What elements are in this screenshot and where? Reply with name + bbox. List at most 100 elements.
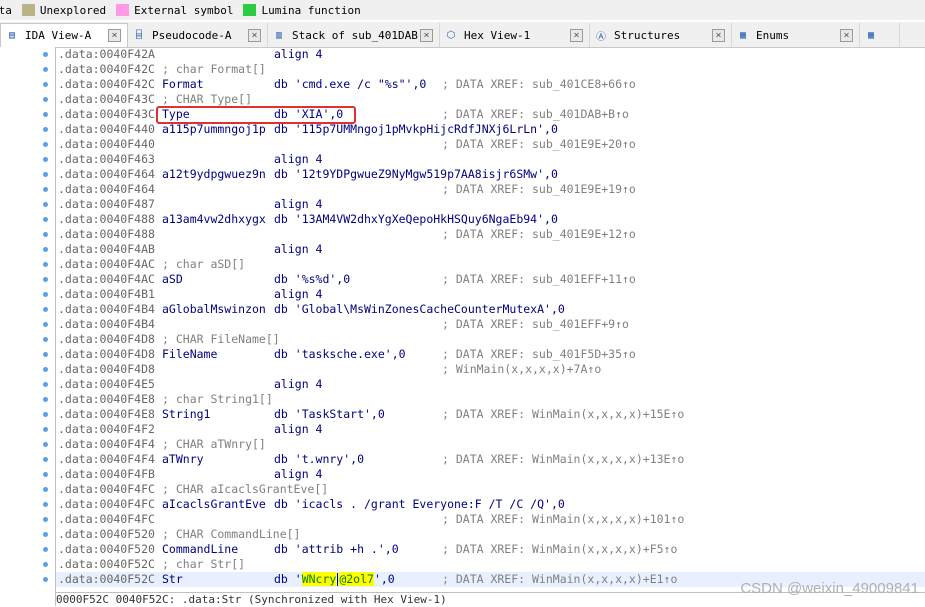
instruction: align 4 bbox=[274, 467, 323, 481]
listing-line[interactable]: .data:0040F4FB align 4 bbox=[56, 467, 925, 482]
instruction: db 'cmd.exe /c "%s"',0 bbox=[274, 77, 427, 91]
listing-line[interactable]: .data:0040F464 ; DATA XREF: sub_401E9E+19… bbox=[56, 182, 925, 197]
listing-line[interactable]: .data:0040F4F4 aTWnry db 't.wnry',0 ; DATA … bbox=[56, 452, 925, 467]
tab-hex-view-1[interactable]: ⬡ Hex View-1 × bbox=[440, 23, 590, 47]
gutter bbox=[0, 47, 55, 606]
listing-line[interactable]: .data:0040F488 a13am4vw2dhxygx db '13AM4VW… bbox=[56, 212, 925, 227]
listing-line[interactable]: .data:0040F4FC aIcaclsGrantEve db 'icacls … bbox=[56, 497, 925, 512]
tab-label: Structures bbox=[614, 28, 681, 42]
close-icon[interactable]: × bbox=[840, 28, 853, 42]
listing-line[interactable]: .data:0040F4B1 align 4 bbox=[56, 287, 925, 302]
listing-line[interactable]: .data:0040F4FC ; CHAR aIcaclsGrantEve[] bbox=[56, 482, 925, 497]
listing-line[interactable]: .data:0040F42A align 4 bbox=[56, 47, 925, 62]
listing-line[interactable]: .data:0040F487 align 4 bbox=[56, 197, 925, 212]
line-marker-dot bbox=[43, 547, 48, 552]
listing-line[interactable]: .data:0040F440 ; DATA XREF: sub_401E9E+20… bbox=[56, 137, 925, 152]
line-address: .data:0040F4B4 bbox=[58, 302, 155, 316]
line-marker-dot bbox=[43, 157, 48, 162]
instruction: align 4 bbox=[274, 422, 323, 436]
listing-line[interactable]: .data:0040F520 ; CHAR CommandLine[] bbox=[56, 527, 925, 542]
symbol-name: CommandLine bbox=[162, 542, 239, 556]
listing-line[interactable]: .data:0040F4E8 ; char String1[] bbox=[56, 392, 925, 407]
declaration-comment: ; CHAR aTWnry[] bbox=[162, 437, 266, 451]
close-icon[interactable]: × bbox=[108, 29, 121, 42]
listing-line[interactable]: .data:0040F520 CommandLine db 'attrib +h .… bbox=[56, 542, 925, 557]
line-address: .data:0040F42C bbox=[58, 77, 155, 91]
line-marker-dot bbox=[43, 67, 48, 72]
symbol-name: a115p7ummngoj1p bbox=[162, 122, 266, 136]
symbol-name: Format bbox=[162, 77, 204, 91]
line-address: .data:0040F4D8 bbox=[58, 362, 155, 376]
instruction: db '12t9YDPgwueZ9NyMgw519p7AA8isjr6SMw',… bbox=[274, 167, 558, 181]
line-address: .data:0040F487 bbox=[58, 197, 155, 211]
listing-line[interactable]: .data:0040F488 ; DATA XREF: sub_401E9E+12… bbox=[56, 227, 925, 242]
tab-label: IDA View-A bbox=[25, 29, 92, 42]
listing-line[interactable]: .data:0040F4B4 aGlobalMswinzon db 'Global\… bbox=[56, 302, 925, 317]
line-address: .data:0040F520 bbox=[58, 527, 155, 541]
line-marker-dot bbox=[43, 262, 48, 267]
line-address: .data:0040F4AB bbox=[58, 242, 155, 256]
tab-stack-of-sub-401dab[interactable]: ▥ Stack of sub_401DAB × bbox=[268, 23, 440, 47]
listing-line[interactable]: .data:0040F52C ; char Str[] bbox=[56, 557, 925, 572]
line-address: .data:0040F520 bbox=[58, 542, 155, 556]
line-address: .data:0040F4F2 bbox=[58, 422, 155, 436]
listing-line[interactable]: .data:0040F440 a115p7ummngoj1p db '115p7UM… bbox=[56, 122, 925, 137]
line-address: .data:0040F4FB bbox=[58, 467, 155, 481]
listing-line[interactable]: .data:0040F463 align 4 bbox=[56, 152, 925, 167]
declaration-comment: ; char String1[] bbox=[162, 392, 273, 406]
line-address: .data:0040F42C bbox=[58, 62, 155, 76]
listing-line[interactable]: .data:0040F4D8 ; WinMain(x,x,x,x)+7A↑o bbox=[56, 362, 925, 377]
listing-line[interactable]: .data:0040F4AC ; char aSD[] bbox=[56, 257, 925, 272]
code-icon: ⌸ bbox=[135, 29, 143, 41]
tab-enums[interactable]: ▦ Enums × bbox=[732, 23, 860, 47]
listing-line[interactable]: .data:0040F43C ; CHAR Type[] bbox=[56, 92, 925, 107]
listing-line[interactable]: .data:0040F4E8 String1 db 'TaskStart',0 ; D… bbox=[56, 407, 925, 422]
tab-pseudocode-a[interactable]: ⌸ Pseudocode-A × bbox=[128, 23, 268, 47]
line-marker-dot bbox=[43, 187, 48, 192]
disassembly-listing[interactable]: .data:0040F42A align 4 .data:0040F42C ; cha… bbox=[56, 47, 925, 592]
listing-line[interactable]: .data:0040F4F2 align 4 bbox=[56, 422, 925, 437]
tab-ida-view-a[interactable]: ▤ IDA View-A × bbox=[0, 23, 128, 47]
symbol-name: Str bbox=[162, 572, 183, 586]
listing-line[interactable]: .data:0040F42C ; char Format[] bbox=[56, 62, 925, 77]
instruction: db 't.wnry',0 bbox=[274, 452, 365, 466]
listing-line[interactable]: .data:0040F4F4 ; CHAR aTWnry[] bbox=[56, 437, 925, 452]
line-marker-dot bbox=[43, 322, 48, 327]
close-icon[interactable]: × bbox=[570, 28, 583, 42]
line-marker-dot bbox=[43, 562, 48, 567]
listing-line[interactable]: .data:0040F4AC aSD db '%s%d',0 ; DATA XREF:… bbox=[56, 272, 925, 287]
instruction: align 4 bbox=[274, 197, 323, 211]
listing-line[interactable]: .data:0040F4AB align 4 bbox=[56, 242, 925, 257]
line-address: .data:0040F4E8 bbox=[58, 407, 155, 421]
xref-comment: ; DATA XREF: sub_401F5D+35↑o bbox=[442, 347, 636, 361]
close-icon[interactable]: × bbox=[248, 28, 261, 42]
symbol-name: a13am4vw2dhxygx bbox=[162, 212, 266, 226]
listing-line[interactable]: .data:0040F4D8 ; CHAR FileName[] bbox=[56, 332, 925, 347]
listing-line[interactable]: .data:0040F464 a12t9ydpgwuez9n db '12t9YDP… bbox=[56, 167, 925, 182]
line-address: .data:0040F4AC bbox=[58, 272, 155, 286]
line-marker-dot bbox=[43, 352, 48, 357]
legend-swatch bbox=[21, 4, 35, 16]
tab-overflow[interactable]: ▦ bbox=[860, 23, 900, 47]
line-address: .data:0040F464 bbox=[58, 167, 155, 181]
close-icon[interactable]: × bbox=[712, 28, 725, 42]
xref-comment: ; DATA XREF: sub_401CE8+66↑o bbox=[442, 77, 636, 91]
declaration-comment: ; char Format[] bbox=[162, 62, 266, 76]
listing-line[interactable]: .data:0040F4FC ; DATA XREF: WinMain(x,x,x… bbox=[56, 512, 925, 527]
instruction: db 'WNcry @2ol7',0 bbox=[274, 572, 395, 587]
xref-comment: ; DATA XREF: WinMain(x,x,x,x)+E1↑o bbox=[442, 572, 678, 586]
instruction: align 4 bbox=[274, 377, 323, 391]
close-icon[interactable]: × bbox=[420, 28, 433, 42]
instruction: db '13AM4VW2dhxYgXeQepoHkHSQuy6NgaEb94',… bbox=[274, 212, 558, 226]
listing-line[interactable]: .data:0040F4E5 align 4 bbox=[56, 377, 925, 392]
highlighted-text: WNcry bbox=[301, 572, 337, 586]
declaration-comment: ; CHAR FileName[] bbox=[162, 332, 280, 346]
listing-line[interactable]: .data:0040F4B4 ; DATA XREF: sub_401EFF+9↑… bbox=[56, 317, 925, 332]
listing-line[interactable]: .data:0040F42C Format db 'cmd.exe /c "%s"'… bbox=[56, 77, 925, 92]
listing-line[interactable]: .data:0040F4D8 FileName db 'tasksche.exe',… bbox=[56, 347, 925, 362]
legend-swatch bbox=[116, 4, 130, 16]
line-address: .data:0040F4F4 bbox=[58, 452, 155, 466]
line-address: .data:0040F4B1 bbox=[58, 287, 155, 301]
struct-icon: Ⓐ bbox=[596, 31, 606, 43]
tab-structures[interactable]: Ⓐ Structures × bbox=[590, 23, 732, 47]
